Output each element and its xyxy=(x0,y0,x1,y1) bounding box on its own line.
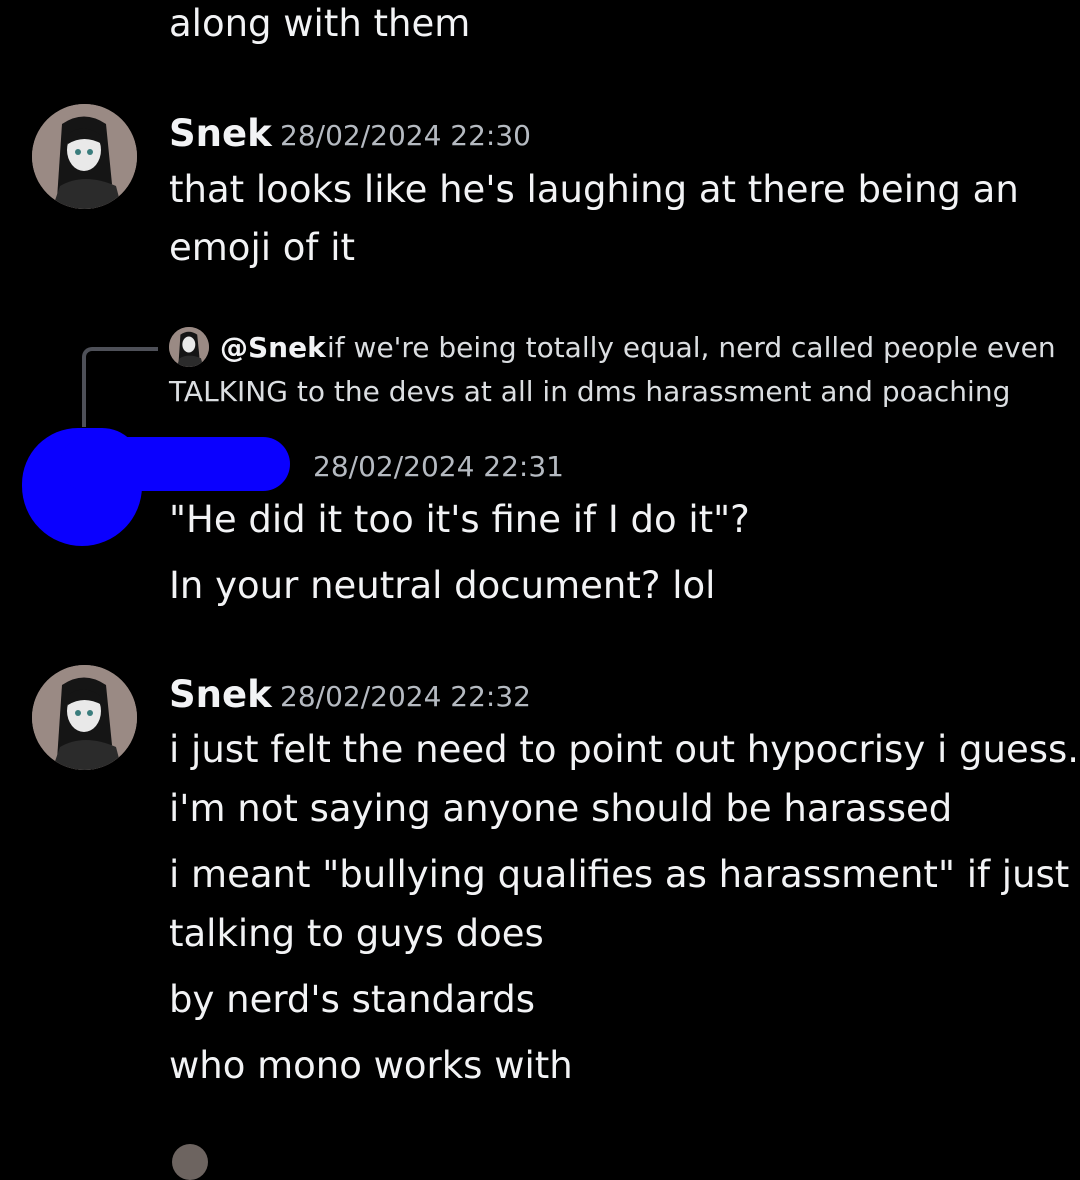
message-author[interactable]: Snek xyxy=(169,673,272,717)
message-line: along with them xyxy=(169,2,471,45)
message-timestamp: 28/02/2024 22:30 xyxy=(280,119,531,152)
message-line: emoji of it xyxy=(169,226,355,269)
user-avatar-icon[interactable] xyxy=(32,104,137,209)
reply-preview-text[interactable]: TALKING to the devs at all in dms harass… xyxy=(169,374,1010,410)
message-author[interactable]: Snek xyxy=(169,112,272,156)
message-timestamp: 28/02/2024 22:31 xyxy=(313,450,564,483)
message-line: i just felt the need to point out hypocr… xyxy=(169,728,1080,771)
message-line: In your neutral document? lol xyxy=(169,564,716,607)
message-line: i meant "bullying qualifies as harassmen… xyxy=(169,853,1070,896)
user-avatar-icon[interactable] xyxy=(32,665,137,770)
reply-connector xyxy=(82,347,158,427)
message-line: by nerd's standards xyxy=(169,978,536,1021)
message-timestamp: 28/02/2024 22:32 xyxy=(280,680,531,713)
reply-avatar-icon[interactable] xyxy=(169,327,209,367)
message-line: who mono works with xyxy=(169,1044,573,1087)
message-line: that looks like he's laughing at there b… xyxy=(169,168,1019,211)
reply-mention[interactable]: @Snek xyxy=(220,330,326,366)
message-line: i'm not saying anyone should be harassed xyxy=(169,787,953,830)
next-avatar-icon[interactable] xyxy=(172,1144,208,1180)
redaction-mark xyxy=(60,437,290,491)
message-line: "He did it too it's fine if I do it"? xyxy=(169,498,750,541)
reply-preview-text[interactable]: if we're being totally equal, nerd calle… xyxy=(327,330,1056,366)
message-line: talking to guys does xyxy=(169,912,544,955)
